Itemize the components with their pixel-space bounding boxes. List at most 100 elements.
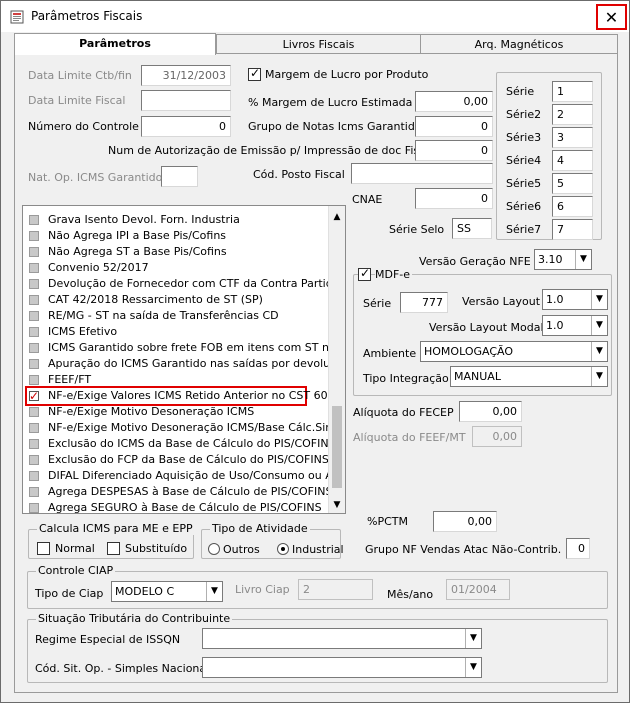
tab-arq-magneticos[interactable]: Arq. Magnéticos xyxy=(420,34,618,54)
list-item[interactable]: Apuração do ICMS Garantido nas saídas po… xyxy=(27,356,345,372)
list-item-checkbox[interactable] xyxy=(29,359,39,369)
list-item[interactable]: Exclusão do ICMS da Base de Cálculo do P… xyxy=(27,436,336,452)
serie-field[interactable]: 7 xyxy=(552,219,593,240)
cnae-field[interactable]: 0 xyxy=(415,188,493,209)
normal-checkbox[interactable] xyxy=(37,542,50,555)
regime-select[interactable]: ▼ xyxy=(202,628,482,649)
grupo-notas-field[interactable]: 0 xyxy=(415,116,493,137)
options-list[interactable]: Grava Isento Devol. Forn. Industria Não A… xyxy=(22,205,346,514)
list-item-checkbox[interactable] xyxy=(29,407,39,417)
close-button[interactable]: ✕ xyxy=(596,4,627,30)
numero-controle-field[interactable]: 0 xyxy=(141,116,231,137)
list-item-checkbox[interactable] xyxy=(29,388,39,404)
mdfe-label: MDF-e xyxy=(375,268,413,281)
list-item-checkbox[interactable] xyxy=(29,503,39,513)
grupo-nf-field[interactable]: 0 xyxy=(566,538,590,559)
margem-lucro-produto-checkbox[interactable] xyxy=(248,66,261,81)
list-item[interactable]: Grava Isento Devol. Forn. Industria xyxy=(27,212,327,228)
data-limite-ctb-label: Data Limite Ctb/fin xyxy=(28,69,132,82)
mdfe-serie-label: Série xyxy=(363,297,392,310)
versao-layout-value: 1.0 xyxy=(546,293,564,306)
list-item-checkbox[interactable] xyxy=(29,231,39,241)
ambiente-select[interactable]: HOMOLOGAÇÃO ▼ xyxy=(420,341,608,362)
versao-layout-select[interactable]: 1.0 ▼ xyxy=(542,289,608,310)
list-item[interactable]: NF-e/Exige Motivo Desoneração ICMS xyxy=(27,404,327,420)
list-item[interactable]: FEEF/FT xyxy=(27,372,327,388)
substituido-checkbox[interactable] xyxy=(107,542,120,555)
list-item[interactable]: Não Agrega IPI a Base Pis/Cofins xyxy=(27,228,327,244)
mdfe-checkbox[interactable] xyxy=(358,266,371,281)
serie-field[interactable]: 4 xyxy=(552,150,593,171)
serie-field[interactable]: 6 xyxy=(552,196,593,217)
list-item[interactable]: NF-e/Exige Valores ICMS Retido Anterior … xyxy=(25,386,328,406)
list-item-checkbox[interactable] xyxy=(29,471,39,481)
list-item[interactable]: CAT 42/2018 Ressarcimento de ST (SP) xyxy=(27,292,327,308)
mdfe-serie-field[interactable]: 777 xyxy=(400,292,448,313)
normal-label: Normal xyxy=(55,542,95,555)
list-item[interactable]: Exclusão do FCP da Base de Cálculo do PI… xyxy=(27,452,329,468)
list-item-checkbox[interactable] xyxy=(29,247,39,257)
list-item-checkbox[interactable] xyxy=(29,295,39,305)
cod-posto-field[interactable] xyxy=(351,163,493,184)
mes-ano-field[interactable]: 01/2004 xyxy=(446,579,510,600)
list-item-checkbox[interactable] xyxy=(29,215,39,225)
cod-sit-select[interactable]: ▼ xyxy=(202,657,482,678)
list-item[interactable]: Agrega SEGURO à Base de Cálculo de PIS/C… xyxy=(27,500,327,513)
substituido-label: Substituído xyxy=(125,542,188,555)
serie-field[interactable]: 2 xyxy=(552,104,593,125)
list-item[interactable]: ICMS Efetivo xyxy=(27,324,327,340)
tipo-ciap-label: Tipo de Ciap xyxy=(35,587,104,600)
list-item-checkbox[interactable] xyxy=(29,279,39,289)
list-item-checkbox[interactable] xyxy=(29,455,39,465)
versao-layout-modal-select[interactable]: 1.0 ▼ xyxy=(542,315,608,336)
list-item-checkbox[interactable] xyxy=(29,375,39,385)
tipo-ciap-select[interactable]: MODELO C ▼ xyxy=(111,581,223,602)
list-item[interactable]: RE/MG - ST na saída de Transferências CD xyxy=(27,308,327,324)
list-item-checkbox[interactable] xyxy=(29,327,39,337)
tipo-integracao-select[interactable]: MANUAL ▼ xyxy=(450,366,608,387)
list-item[interactable]: NF-e/Exige Motivo Desoneração ICMS/Base … xyxy=(27,420,345,436)
livro-ciap-field[interactable]: 2 xyxy=(298,579,373,600)
list-item[interactable]: Não Agrega ST a Base Pis/Cofins xyxy=(27,244,327,260)
serie-selo-field[interactable]: SS xyxy=(452,218,492,239)
aliquota-fecep-field[interactable]: 0,00 xyxy=(459,401,522,422)
list-item-label: Exclusão do FCP da Base de Cálculo do PI… xyxy=(48,453,329,466)
serie-field[interactable]: 5 xyxy=(552,173,593,194)
scroll-up-icon[interactable]: ▲ xyxy=(329,209,345,225)
serie-field[interactable]: 3 xyxy=(552,127,593,148)
aliquota-feef-field[interactable]: 0,00 xyxy=(472,426,522,447)
num-autorizacao-field[interactable]: 0 xyxy=(415,140,493,161)
list-item[interactable]: Convenio 52/2017 xyxy=(27,260,327,276)
nat-op-field[interactable] xyxy=(161,166,198,187)
list-item[interactable]: Agrega DESPESAS à Base de Cálculo de PIS… xyxy=(27,484,332,500)
outros-radio[interactable] xyxy=(208,543,220,555)
list-item-label: RE/MG - ST na saída de Transferências CD xyxy=(48,309,279,322)
data-limite-fiscal-field[interactable] xyxy=(141,90,231,111)
list-item-checkbox[interactable] xyxy=(29,311,39,321)
serie-label: Série7 xyxy=(506,223,542,236)
list-item[interactable]: ICMS Garantido sobre frete FOB em itens … xyxy=(27,340,345,356)
list-item-checkbox[interactable] xyxy=(29,487,39,497)
options-scrollbar[interactable]: ▲ ▼ xyxy=(328,206,345,513)
list-item[interactable]: DIFAL Diferenciado Aquisição de Uso/Cons… xyxy=(27,468,345,484)
list-item-checkbox[interactable] xyxy=(29,343,39,353)
scroll-down-icon[interactable]: ▼ xyxy=(329,497,345,513)
grupo-notas-label: Grupo de Notas Icms Garantido xyxy=(248,120,422,133)
livro-ciap-label: Livro Ciap xyxy=(235,583,290,596)
margem-lucro-estimada-field[interactable]: 0,00 xyxy=(415,91,493,112)
scroll-thumb[interactable] xyxy=(332,406,342,488)
industrial-radio[interactable] xyxy=(277,543,289,555)
versao-geracao-select[interactable]: 3.10 ▼ xyxy=(534,249,592,270)
serie-field[interactable]: 1 xyxy=(552,81,593,102)
list-item-checkbox[interactable] xyxy=(29,439,39,449)
tab-parametros[interactable]: Parâmetros xyxy=(14,33,216,55)
tab-livros-fiscais[interactable]: Livros Fiscais xyxy=(216,34,421,54)
list-item-checkbox[interactable] xyxy=(29,423,39,433)
list-item[interactable]: Devolução de Fornecedor com CTF da Contr… xyxy=(27,276,339,292)
list-item-checkbox[interactable] xyxy=(29,263,39,273)
pctm-field[interactable]: 0,00 xyxy=(433,511,497,532)
data-limite-ctb-field[interactable]: 31/12/2003 xyxy=(141,65,231,86)
outros-label: Outros xyxy=(223,543,260,556)
chevron-down-icon: ▼ xyxy=(465,658,481,677)
ambiente-value: HOMOLOGAÇÃO xyxy=(424,345,513,358)
